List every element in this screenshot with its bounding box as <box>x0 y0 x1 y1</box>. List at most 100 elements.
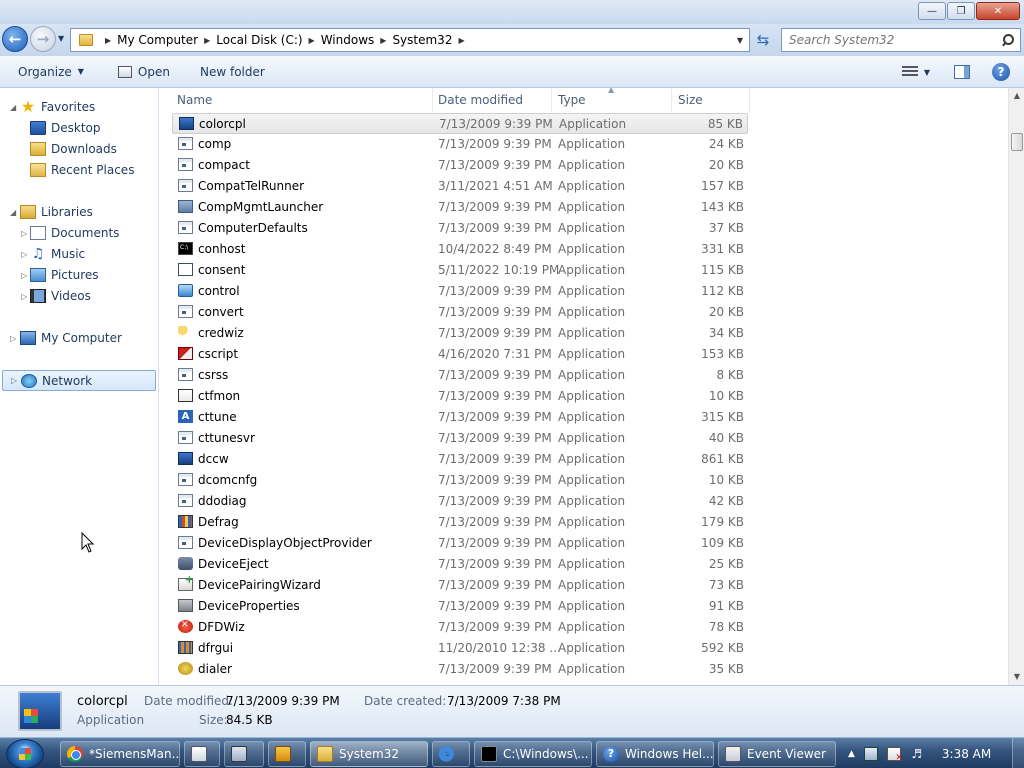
documents-expand-icon[interactable]: ▷ <box>21 229 27 238</box>
file-row[interactable]: ComputerDefaults 7/13/2009 9:39 PM Applica… <box>172 218 748 239</box>
search-icon[interactable] <box>1002 34 1014 46</box>
file-row[interactable]: DeviceProperties 7/13/2009 9:39 PM Applica… <box>172 596 748 617</box>
column-header-size[interactable]: Size <box>672 88 750 112</box>
breadcrumb-system32[interactable]: System32 <box>392 33 452 47</box>
pictures-expand-icon[interactable]: ▷ <box>21 271 27 280</box>
taskbar-item-system32[interactable]: System32 <box>310 741 428 767</box>
file-row[interactable]: ddodiag 7/13/2009 9:39 PM Application 42 KB <box>172 491 748 512</box>
new-folder-button[interactable]: New folder <box>200 65 265 79</box>
nav-recent-places[interactable]: Recent Places <box>30 160 134 180</box>
nav-my-computer[interactable]: My Computer <box>20 328 122 348</box>
taskbar-item-event-viewer[interactable]: Event Viewer <box>718 741 836 767</box>
taskbar-item-cmd[interactable]: C:\Windows\... <box>474 741 592 767</box>
recent-pages-dropdown-icon[interactable]: ▼ <box>58 34 64 43</box>
taskbar-item-chrome[interactable]: *SiemensMan... <box>60 741 180 767</box>
file-row[interactable]: CompatTelRunner 3/11/2021 4:51 AM Applicat… <box>172 176 748 197</box>
taskbar-item-document[interactable] <box>184 741 220 767</box>
open-button[interactable]: Open <box>117 65 170 79</box>
libraries-expand-icon[interactable]: ◢ <box>10 208 16 217</box>
nav-downloads[interactable]: Downloads <box>30 139 117 159</box>
scrollbar-thumb[interactable] <box>1011 133 1023 151</box>
breadcrumb-chevron-icon[interactable]: ▶ <box>309 36 315 45</box>
search-input[interactable] <box>789 33 989 47</box>
breadcrumb-chevron-icon[interactable]: ▶ <box>380 36 386 45</box>
scroll-down-icon[interactable]: ▼ <box>1009 669 1024 685</box>
clock[interactable]: 3:38 AM <box>942 747 991 761</box>
file-row[interactable]: CompMgmtLauncher 7/13/2009 9:39 PM Applica… <box>172 197 748 218</box>
videos-expand-icon[interactable]: ▷ <box>21 292 27 301</box>
breadcrumb-local-disk[interactable]: Local Disk (C:) <box>216 33 302 47</box>
search-box[interactable] <box>781 28 1021 52</box>
file-row[interactable]: cscript 4/16/2020 7:31 PM Application 153 K… <box>172 344 748 365</box>
file-row[interactable]: Defrag 7/13/2009 9:39 PM Application 179 KB <box>172 512 748 533</box>
nav-documents[interactable]: Documents <box>30 223 119 243</box>
nav-music[interactable]: ♫ Music <box>30 244 85 264</box>
address-bar[interactable]: ▶ My Computer ▶ Local Disk (C:) ▶ Window… <box>70 28 750 52</box>
file-row[interactable]: control 7/13/2009 9:39 PM Application 112 K… <box>172 281 748 302</box>
scroll-up-icon[interactable]: ▲ <box>1009 88 1024 104</box>
file-row[interactable]: dfrgui 11/20/2010 12:38 ... Application 592… <box>172 638 748 659</box>
file-row[interactable]: convert 7/13/2009 9:39 PM Application 20 KB <box>172 302 748 323</box>
maximize-button[interactable]: ❐ <box>947 2 975 20</box>
breadcrumb-my-computer[interactable]: My Computer <box>117 33 198 47</box>
breadcrumb-windows[interactable]: Windows <box>321 33 375 47</box>
refresh-button[interactable]: ⇆ <box>752 30 774 50</box>
column-header-date-modified[interactable]: Date modified <box>432 88 552 112</box>
minimize-button[interactable]: — <box>918 2 946 20</box>
show-hidden-icons-icon[interactable]: ▲ <box>848 749 855 759</box>
nav-libraries[interactable]: Libraries <box>20 202 93 222</box>
column-header-name[interactable]: Name <box>171 88 433 112</box>
view-options-chevron-icon[interactable]: ▼ <box>924 68 930 77</box>
help-icon[interactable]: ? <box>992 63 1010 81</box>
network-expand-icon[interactable]: ▷ <box>11 376 17 385</box>
file-row[interactable]: ctfmon 7/13/2009 9:39 PM Application 10 KB <box>172 386 748 407</box>
taskbar-item-ie[interactable]: e <box>432 741 470 767</box>
action-center-flag-icon[interactable] <box>886 747 903 763</box>
file-row[interactable]: dcomcnfg 7/13/2009 9:39 PM Application 10 K… <box>172 470 748 491</box>
network-tray-icon[interactable] <box>863 747 878 761</box>
breadcrumb-chevron-icon[interactable]: ▶ <box>458 36 464 45</box>
nav-desktop[interactable]: Desktop <box>30 118 101 138</box>
file-row[interactable]: DevicePairingWizard 7/13/2009 9:39 PM Appl… <box>172 573 748 596</box>
file-row[interactable]: DFDWiz 7/13/2009 9:39 PM Application 78 KB <box>172 617 748 638</box>
nav-videos[interactable]: Videos <box>30 286 91 306</box>
taskbar-item-windows-help[interactable]: ? Windows Hel... <box>596 741 714 767</box>
address-dropdown-icon[interactable]: ▼ <box>737 36 743 45</box>
vertical-scrollbar[interactable]: ▲ ▼ <box>1008 88 1024 685</box>
volume-icon[interactable]: ♬ <box>910 747 924 761</box>
nav-pictures[interactable]: Pictures <box>30 265 99 285</box>
nav-libraries-label: Libraries <box>41 205 93 219</box>
file-row[interactable]: dccw 7/13/2009 9:39 PM Application 861 KB <box>172 449 748 470</box>
documents-icon <box>30 226 46 240</box>
file-row[interactable]: Acttune 7/13/2009 9:39 PM Application 315 K… <box>172 407 748 428</box>
breadcrumb-chevron-icon[interactable]: ▶ <box>204 36 210 45</box>
show-desktop-button[interactable] <box>1012 738 1024 768</box>
file-row[interactable]: comp 7/13/2009 9:39 PM Application 24 KB <box>172 134 748 155</box>
file-row[interactable]: dialer 7/13/2009 9:39 PM Application 35 KB <box>172 659 748 680</box>
taskbar-item-media[interactable] <box>268 741 306 767</box>
preview-pane-icon[interactable] <box>954 65 970 79</box>
file-row[interactable]: compact 7/13/2009 9:39 PM Application 20 KB <box>172 155 748 176</box>
breadcrumb-chevron-icon[interactable]: ▶ <box>105 36 111 45</box>
back-button[interactable]: ← <box>2 26 28 52</box>
forward-button[interactable]: → <box>30 26 56 52</box>
change-view-icon[interactable] <box>901 66 918 78</box>
music-expand-icon[interactable]: ▷ <box>21 250 27 259</box>
my-computer-expand-icon[interactable]: ▷ <box>10 334 16 343</box>
file-row[interactable]: colorcpl 7/13/2009 9:39 PM Application 85 K… <box>172 113 748 134</box>
file-row[interactable]: csrss 7/13/2009 9:39 PM Application 8 KB <box>172 365 748 386</box>
organize-button[interactable]: Organize ▼ <box>18 65 84 79</box>
nav-favorites[interactable]: ★ Favorites <box>20 97 95 117</box>
file-date-modified: 7/13/2009 9:39 PM <box>438 515 552 529</box>
taskbar-item-keyboard[interactable] <box>224 741 264 767</box>
file-row[interactable]: DeviceEject 7/13/2009 9:39 PM Application 2… <box>172 554 748 575</box>
file-row[interactable]: DeviceDisplayObjectProvider 7/13/2009 9:3… <box>172 533 748 554</box>
favorites-expand-icon[interactable]: ◢ <box>10 103 16 112</box>
file-row[interactable]: conhost 10/4/2022 8:49 PM Application 331 K… <box>172 239 748 260</box>
nav-network[interactable]: ▷ Network <box>2 370 156 391</box>
file-row[interactable]: credwiz 7/13/2009 9:39 PM Application 34 KB <box>172 323 748 344</box>
close-button[interactable]: ✕ <box>976 2 1020 20</box>
file-row[interactable]: consent 5/11/2022 10:19 PM Application 115 … <box>172 260 748 281</box>
start-button[interactable] <box>6 739 44 768</box>
file-row[interactable]: cttunesvr 7/13/2009 9:39 PM Application 40 … <box>172 428 748 449</box>
